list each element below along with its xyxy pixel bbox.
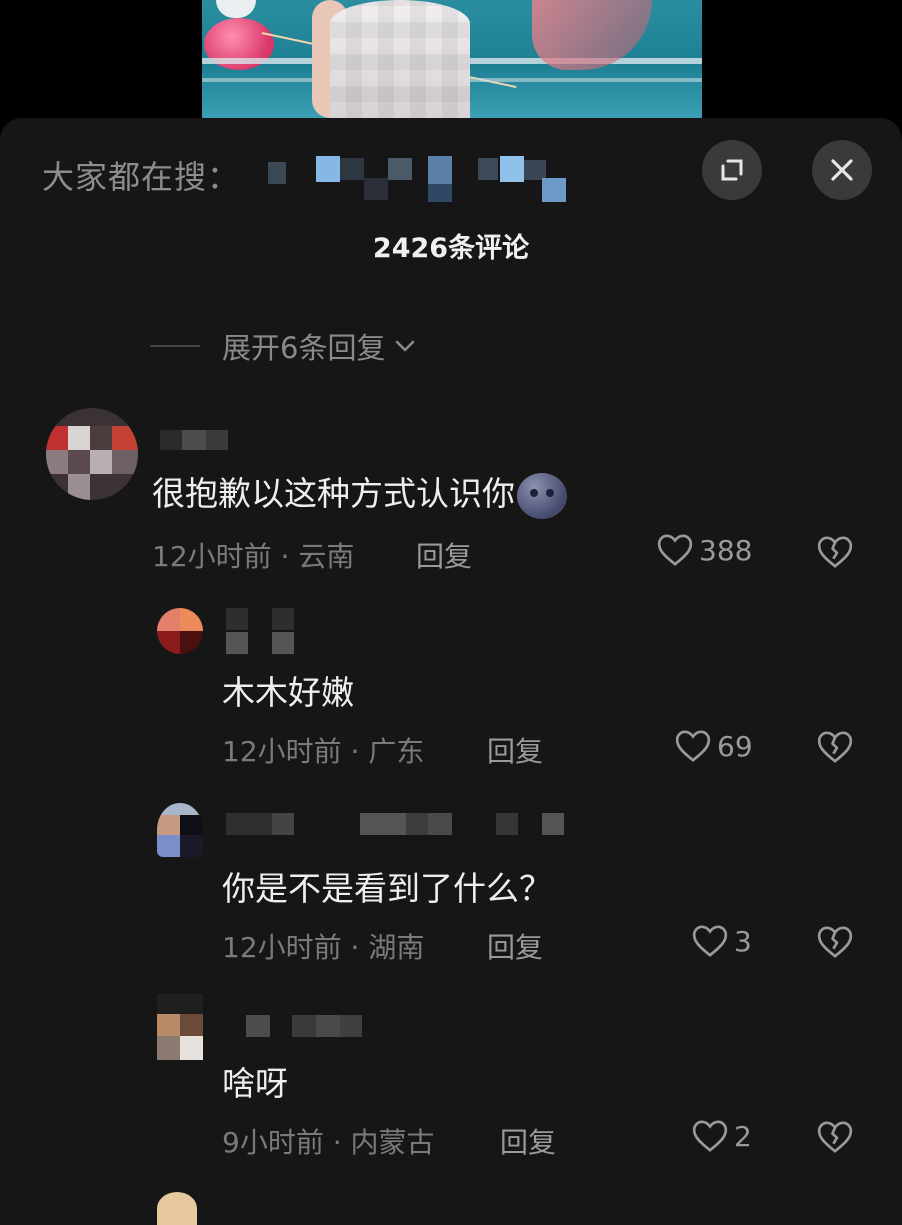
video-detail bbox=[216, 0, 256, 18]
avatar[interactable] bbox=[46, 408, 138, 500]
broken-heart-icon bbox=[817, 731, 853, 763]
comment-location: 云南 bbox=[298, 540, 355, 573]
dislike-button[interactable] bbox=[815, 532, 855, 576]
comment-count-title: 2426条评论 bbox=[372, 233, 530, 264]
reply-button[interactable]: 回复 bbox=[487, 926, 543, 966]
expand-button[interactable] bbox=[702, 140, 762, 200]
dislike-button[interactable] bbox=[815, 1117, 855, 1161]
like-button[interactable]: 388 bbox=[655, 530, 752, 570]
like-count: 388 bbox=[699, 533, 753, 567]
username-blurred[interactable] bbox=[246, 1015, 366, 1039]
close-button[interactable] bbox=[812, 140, 872, 200]
comment-text: 你是不是看到了什么？ bbox=[222, 869, 552, 908]
heart-outline-icon bbox=[692, 1120, 728, 1152]
close-icon bbox=[831, 159, 853, 181]
username-blurred[interactable] bbox=[226, 813, 566, 837]
username-blurred[interactable] bbox=[160, 430, 230, 450]
like-button[interactable]: 69 bbox=[673, 726, 753, 766]
dislike-button[interactable] bbox=[815, 727, 855, 771]
comment-meta: 12小时前 · 湖南 bbox=[222, 931, 425, 964]
comments-panel bbox=[0, 118, 902, 1225]
avatar[interactable] bbox=[157, 1192, 197, 1225]
like-count: 3 bbox=[734, 924, 752, 958]
expand-replies-button[interactable]: 展开6条回复 bbox=[150, 325, 417, 367]
reply-button[interactable]: 回复 bbox=[487, 730, 543, 770]
heart-outline-icon bbox=[657, 534, 693, 566]
comment-location: 广东 bbox=[368, 735, 425, 768]
pixelated-region bbox=[330, 0, 470, 118]
comment-location: 内蒙古 bbox=[350, 1126, 435, 1159]
like-count: 69 bbox=[717, 729, 753, 763]
trending-search-keyword-blurred[interactable] bbox=[268, 152, 568, 204]
like-count: 2 bbox=[734, 1119, 752, 1153]
divider bbox=[150, 345, 200, 347]
comment-meta: 9小时前 · 内蒙古 bbox=[222, 1126, 435, 1159]
reply-button[interactable]: 回复 bbox=[416, 535, 472, 575]
avatar[interactable] bbox=[157, 608, 203, 654]
comment-meta: 12小时前 · 广东 bbox=[222, 735, 425, 768]
like-button[interactable]: 2 bbox=[690, 1116, 752, 1156]
username-blurred[interactable] bbox=[226, 608, 296, 654]
broken-heart-icon bbox=[817, 926, 853, 958]
comment-time: 9小时前 bbox=[222, 1126, 324, 1159]
expand-replies-label: 展开6条回复 bbox=[222, 331, 386, 365]
fullscreen-expand-icon bbox=[721, 159, 743, 181]
moon-face-emoji bbox=[517, 472, 567, 519]
chevron-down-icon bbox=[396, 340, 415, 352]
reply-button[interactable]: 回复 bbox=[500, 1121, 556, 1161]
broken-heart-icon bbox=[817, 1121, 853, 1153]
trending-search-prefix[interactable]: 大家都在搜： bbox=[42, 152, 240, 198]
comment-time: 12小时前 bbox=[222, 735, 342, 768]
comment-meta: 12小时前 · 云南 bbox=[152, 540, 355, 573]
avatar[interactable] bbox=[157, 803, 203, 857]
comment-text: 啥呀 bbox=[222, 1064, 288, 1103]
comment-time: 12小时前 bbox=[222, 931, 342, 964]
heart-outline-icon bbox=[692, 925, 728, 957]
avatar[interactable] bbox=[157, 994, 203, 1060]
heart-outline-icon bbox=[675, 730, 711, 762]
like-button[interactable]: 3 bbox=[690, 921, 752, 961]
dislike-button[interactable] bbox=[815, 922, 855, 966]
video-preview[interactable] bbox=[202, 0, 702, 118]
comment-text: 很抱歉以这种方式认识你 bbox=[152, 467, 567, 519]
comment-location: 湖南 bbox=[368, 931, 425, 964]
comment-time: 12小时前 bbox=[152, 540, 272, 573]
broken-heart-icon bbox=[817, 536, 853, 568]
comment-text: 木木好嫩 bbox=[222, 673, 354, 712]
